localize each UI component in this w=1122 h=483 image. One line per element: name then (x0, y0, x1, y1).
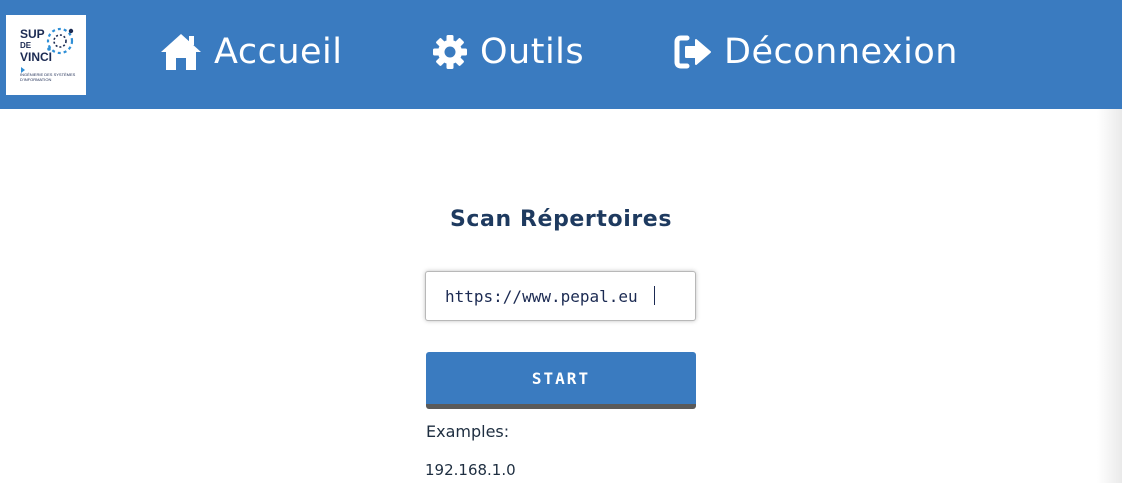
page-title: Scan Répertoires (449, 207, 673, 232)
nav-tools-label: Outils (480, 32, 585, 72)
start-button[interactable]: START (426, 352, 696, 409)
scrollbar-shade (1097, 109, 1122, 483)
nav-logout-label: Déconnexion (724, 32, 958, 72)
logo-text-line2: DE (20, 41, 32, 50)
examples-label: Examples: (426, 422, 510, 441)
url-input[interactable] (425, 271, 696, 321)
logo-tagline: Ingénierie des systèmes d'information (20, 72, 76, 82)
supdevinci-logo[interactable]: SUP DE VINCI Ingénierie des systèmes d'i… (6, 15, 86, 95)
nav-home[interactable]: Accueil (160, 31, 342, 73)
nav-logout[interactable]: Déconnexion (674, 31, 958, 73)
sign-out-icon (674, 35, 712, 69)
gear-icon (432, 34, 468, 70)
nav-tools[interactable]: Outils (432, 31, 584, 73)
home-icon (160, 33, 202, 71)
example-item: 192.168.1.0 (425, 461, 516, 479)
nav-home-label: Accueil (214, 32, 343, 72)
navbar: SUP DE VINCI Ingénierie des systèmes d'i… (0, 0, 1122, 109)
text-caret (654, 286, 655, 305)
logo-dots-icon (46, 27, 74, 55)
